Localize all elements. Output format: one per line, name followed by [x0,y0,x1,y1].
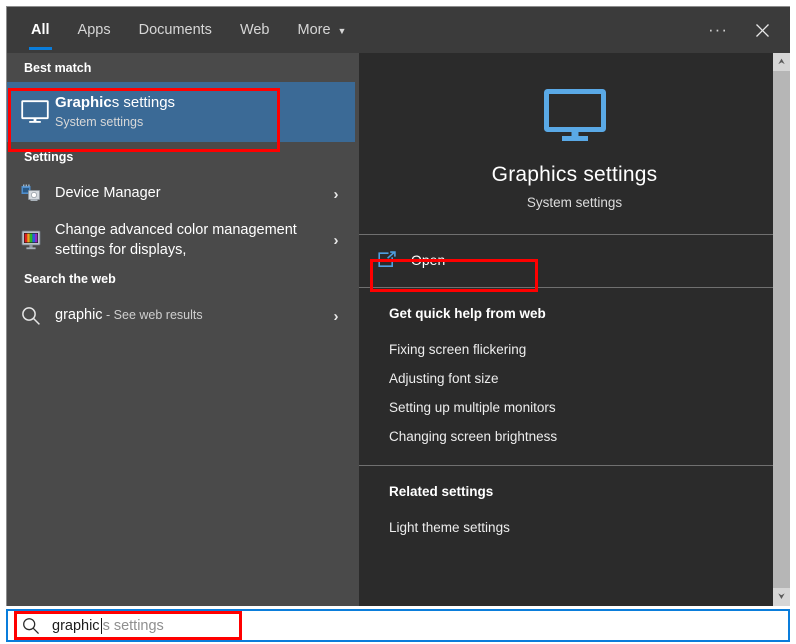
quick-help-link-2[interactable]: Adjusting font size [389,364,790,393]
preview-subtitle: System settings [526,195,623,210]
result-web-search-graphic[interactable]: graphic - See web results › [7,293,355,339]
search-suggestion-text: s settings [102,617,164,634]
related-settings-link-1[interactable]: Light theme settings [389,513,790,542]
results-list-panel: Best match Graphics settings System sett… [7,53,355,606]
preview-hero: Graphics settings System settings [359,53,790,235]
best-match-header: Best match [24,61,92,75]
chevron-down-icon: ⮟ [778,592,785,601]
scroll-down-button[interactable]: ⮟ [773,588,790,606]
quick-help-title: Get quick help from web [389,306,546,321]
tab-list: All Apps Documents Web More ▼ [7,7,360,53]
search-the-web-header: Search the web [24,272,116,287]
result-color-management[interactable]: Change advanced color management setting… [7,217,355,264]
color-management-title: Change advanced color management setting… [55,222,297,258]
chevron-right-icon[interactable]: › [323,232,349,249]
result-best-match-graphics-settings[interactable]: Graphics settings System settings [7,82,355,142]
chevron-down-icon: ▼ [337,25,347,36]
tab-web[interactable]: Web [226,7,284,53]
quick-help-link-1[interactable]: Fixing screen flickering [389,335,790,364]
best-match-subtitle: System settings [55,114,144,129]
open-action-label: Open [411,252,446,268]
tab-documents[interactable]: Documents [125,7,226,53]
quick-help-link-3[interactable]: Setting up multiple monitors [389,393,790,422]
tab-more[interactable]: More ▼ [284,7,361,53]
best-match-text: Graphics settings System settings [55,93,349,132]
open-external-icon [377,251,411,269]
windows-search-flyout: All Apps Documents Web More ▼ ··· Best m… [6,6,790,606]
search-filter-tabbar: All Apps Documents Web More ▼ ··· [7,7,790,53]
preview-actions: Open [359,235,790,288]
search-results-body: Best match Graphics settings System sett… [7,53,790,606]
taskbar-search-box[interactable]: graphic s settings [6,609,790,642]
best-match-title-bold: Graphic [55,93,112,111]
scroll-up-button[interactable]: ⮝ [773,53,790,71]
device-manager-title: Device Manager [55,185,161,202]
web-search-title: graphic - See web results [55,306,323,326]
tab-web-label: Web [239,22,270,38]
related-settings-title: Related settings [389,484,494,499]
close-button[interactable] [740,8,784,52]
preview-scrollbar[interactable]: ⮝ ⮟ [773,53,790,606]
web-search-suffix: - See web results [102,308,203,323]
tab-apps[interactable]: Apps [64,7,125,53]
web-search-query: graphic [55,307,103,324]
preview-panel: Graphics settings System settings Open G… [355,53,790,606]
more-options-button[interactable]: ··· [696,8,740,52]
web-search-text: graphic - See web results [55,306,323,326]
search-input[interactable]: graphic s settings [52,617,164,634]
tab-apps-label: Apps [77,22,111,38]
device-manager-icon [21,184,55,204]
color-management-icon [21,230,55,251]
search-icon [22,617,52,635]
preview-title: Graphics settings [491,163,658,186]
result-device-manager[interactable]: Device Manager › [7,171,355,217]
monitor-icon [21,100,55,124]
quick-help-link-4[interactable]: Changing screen brightness [389,422,790,451]
chevron-up-icon: ⮝ [778,57,785,66]
chevron-right-icon[interactable]: › [323,308,349,325]
tab-all-label: All [31,22,50,38]
best-match-title-rest: s settings [111,93,176,111]
best-match-title: Graphics settings [55,93,349,113]
tab-documents-label: Documents [138,22,212,38]
ellipsis-icon: ··· [708,20,728,39]
quick-help-panel: Get quick help from web Fixing screen fl… [359,288,790,466]
search-typed-text: graphic [52,617,100,634]
text-cursor [100,617,102,634]
settings-section-header: Settings [24,150,74,164]
monitor-icon [543,89,606,143]
tab-all[interactable]: All [17,7,64,53]
search-flyout-screen: All Apps Documents Web More ▼ ··· Best m… [0,0,796,644]
tab-more-label: More [297,22,331,38]
related-settings-panel: Related settings Light theme settings [359,466,790,556]
window-controls: ··· [696,7,790,53]
close-icon [755,23,769,37]
chevron-right-icon[interactable]: › [323,186,349,203]
search-icon [21,306,55,326]
color-management-text: Change advanced color management setting… [55,221,323,260]
device-manager-text: Device Manager [55,184,323,204]
open-action-button[interactable]: Open [359,243,790,277]
